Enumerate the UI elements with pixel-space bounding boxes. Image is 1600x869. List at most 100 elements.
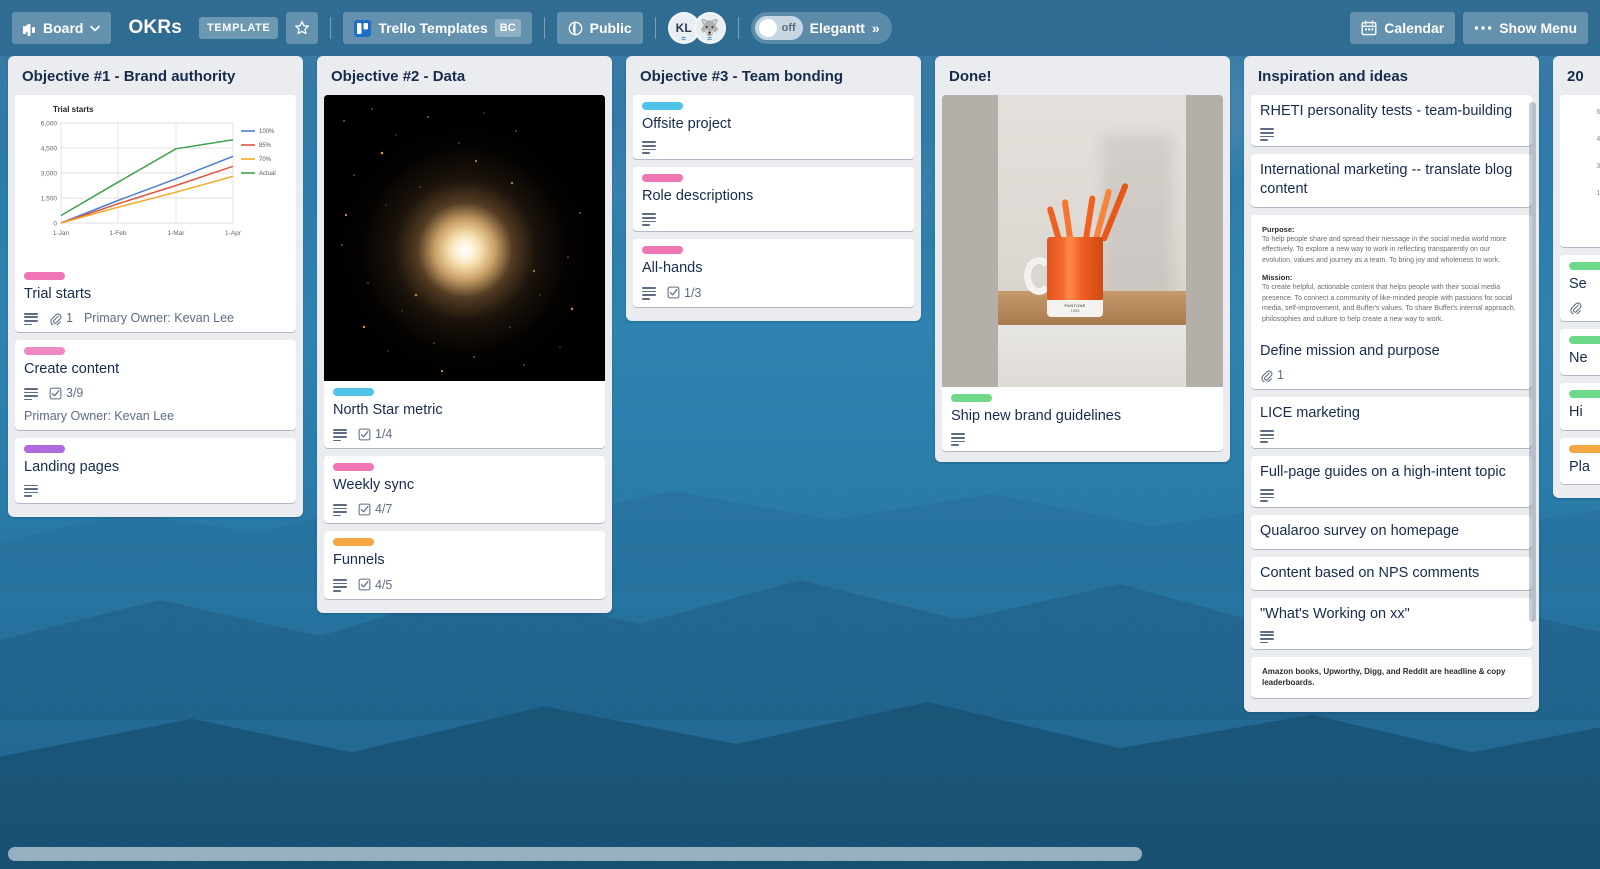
label-purple[interactable] [24, 445, 65, 454]
list-title[interactable]: Objective #1 - Brand authority [8, 56, 303, 95]
list-vertical-scrollbar[interactable] [1529, 102, 1536, 622]
card-define-mission-and-purpose[interactable]: Purpose: To help people share and spread… [1251, 214, 1532, 390]
label-green[interactable] [1569, 390, 1600, 399]
card-landing-pages[interactable]: Landing pages [15, 438, 296, 503]
list-title[interactable]: 20 [1553, 56, 1600, 95]
svg-text:1-Jan: 1-Jan [53, 230, 70, 237]
template-badge[interactable]: TEMPLATE [199, 17, 279, 39]
card-labels [1569, 444, 1600, 453]
card-weekly-sync[interactable]: Weekly sync 4/7 [324, 456, 605, 524]
card-badges: 1 [1260, 368, 1523, 382]
card-partial-hi[interactable]: Hi [1560, 383, 1600, 430]
elegantt-powerup-toggle[interactable]: off Elegantt » [750, 12, 892, 44]
card-partial-chart[interactable]: 600, 450, 300, 150, [1560, 95, 1600, 248]
card-ship-new-brand-guidelines[interactable]: PANTONE 1505 Ship new brand guidelines [942, 95, 1223, 452]
list-cards: North Star metric 1/4 Weekly sync 4/7 Fu… [317, 95, 612, 606]
card-offsite-project[interactable]: Offsite project [633, 95, 914, 160]
star-button[interactable] [286, 12, 319, 44]
list-cards: RHETI personality tests - team-building … [1244, 95, 1539, 706]
mini-chart-ytick: 300, [1596, 163, 1600, 171]
member-avatars: KL ≈ 🐺 ≈ [667, 12, 726, 44]
avatar-husky[interactable]: 🐺 ≈ [693, 12, 726, 44]
card-partial-se[interactable]: Se [1560, 255, 1600, 322]
card-qualaroo-survey[interactable]: Qualaroo survey on homepage [1251, 515, 1532, 549]
checklist-icon [667, 286, 680, 299]
toggle-state-label: off [781, 22, 796, 34]
card-badges [1260, 128, 1523, 141]
label-pink[interactable] [642, 174, 683, 183]
list-partial-right[interactable]: 20 600, 450, 300, 150, Se [1553, 56, 1600, 498]
list-title[interactable]: Inspiration and ideas [1244, 56, 1539, 95]
board-horizontal-scrollbar[interactable] [0, 847, 1600, 861]
label-orange[interactable] [1569, 444, 1600, 453]
svg-text:1,500: 1,500 [41, 196, 58, 203]
card-title: Define mission and purpose [1260, 343, 1440, 360]
mug-body [1047, 237, 1103, 302]
card-role-descriptions[interactable]: Role descriptions [633, 167, 914, 232]
card-partial-pla[interactable]: Pla [1560, 437, 1600, 484]
label-pink[interactable] [333, 463, 374, 472]
card-all-hands[interactable]: All-hands 1/3 [633, 239, 914, 307]
visibility-button[interactable]: Public [556, 12, 643, 44]
mini-chart-ytick: 600, [1596, 109, 1600, 117]
list-title[interactable]: Objective #2 - Data [317, 56, 612, 95]
description-icon [24, 387, 38, 401]
card-north-star-metric[interactable]: North Star metric 1/4 [324, 95, 605, 449]
list-done[interactable]: Done! PANTONE 1505 Ship new brand guidel… [935, 56, 1230, 462]
card-trial-starts[interactable]: Trial starts 6,000 4,500 3,000 1,500 0 1… [15, 95, 296, 333]
label-pink[interactable] [24, 272, 65, 281]
list-objective-1[interactable]: Objective #1 - Brand authority Trial sta… [8, 56, 303, 517]
label-sky[interactable] [642, 102, 683, 111]
cover-crop-corner [324, 337, 380, 382]
attachment-badge: 1 [1260, 368, 1284, 382]
label-green[interactable] [1569, 336, 1600, 345]
svg-text:0: 0 [53, 221, 57, 228]
card-cover-mini-chart: 600, 450, 300, 150, [1560, 95, 1600, 248]
show-menu-button[interactable]: Show Menu [1463, 12, 1588, 44]
calendar-button[interactable]: Calendar [1350, 12, 1456, 44]
list-title[interactable]: Objective #3 - Team bonding [626, 56, 921, 95]
card-body: Ne [1560, 329, 1600, 375]
card-title: Landing pages [24, 459, 120, 476]
card-body: Hi [1560, 383, 1600, 429]
card-whats-working-on-xx[interactable]: "What's Working on xx" [1251, 597, 1532, 649]
label-sky[interactable] [333, 388, 374, 397]
divider [654, 17, 656, 39]
card-partial-ne[interactable]: Ne [1560, 329, 1600, 376]
label-pink[interactable] [24, 347, 65, 356]
label-green[interactable] [1569, 262, 1600, 271]
mug-base: PANTONE 1505 [1047, 300, 1103, 318]
card-body: "What's Working on xx" [1251, 598, 1532, 649]
checklist-badge: 1/4 [358, 427, 392, 441]
card-title: RHETI personality tests - team-building [1260, 103, 1513, 120]
card-create-content[interactable]: Create content 3/9 Primary Owner: Kevan … [15, 340, 296, 431]
label-orange[interactable] [333, 538, 374, 547]
card-international-marketing[interactable]: International marketing -- translate blo… [1251, 154, 1532, 207]
card-lice-marketing[interactable]: LICE marketing [1251, 397, 1532, 449]
card-full-page-guides[interactable]: Full-page guides on a high-intent topic [1251, 456, 1532, 508]
card-body: Create content 3/9 Primary Owner: Kevan … [15, 340, 296, 430]
snippet-mission-body: To create helpful, actionable content th… [1262, 284, 1516, 323]
workspace-button[interactable]: Trello Templates BC [343, 12, 532, 44]
checklist-badge: 4/7 [358, 502, 392, 516]
svg-text:1-Feb: 1-Feb [110, 230, 127, 237]
list-objective-2[interactable]: Objective #2 - Data North Star metric 1/… [317, 56, 612, 613]
card-title: Role descriptions [642, 188, 754, 205]
toggle-track[interactable]: off [754, 16, 803, 40]
divider [330, 17, 332, 39]
page-title[interactable]: OKRs [119, 17, 191, 39]
scrollbar-thumb[interactable] [8, 847, 1142, 861]
board-switcher-button[interactable]: Board [12, 12, 112, 44]
label-green[interactable] [951, 394, 992, 403]
powerup-name: Elegantt [809, 20, 865, 36]
card-rheti-personality-tests[interactable]: RHETI personality tests - team-building [1251, 95, 1532, 147]
list-inspiration-and-ideas[interactable]: Inspiration and ideas RHETI personality … [1244, 56, 1539, 712]
card-badges [642, 213, 905, 226]
card-amazon-books-snippet[interactable]: Amazon books, Upworthy, Digg, and Reddit… [1251, 656, 1532, 698]
card-body: Full-page guides on a high-intent topic [1251, 456, 1532, 507]
list-title[interactable]: Done! [935, 56, 1230, 95]
card-funnels[interactable]: Funnels 4/5 [324, 531, 605, 599]
label-pink[interactable] [642, 246, 683, 255]
card-content-nps-comments[interactable]: Content based on NPS comments [1251, 556, 1532, 590]
list-objective-3[interactable]: Objective #3 - Team bonding Offsite proj… [626, 56, 921, 321]
